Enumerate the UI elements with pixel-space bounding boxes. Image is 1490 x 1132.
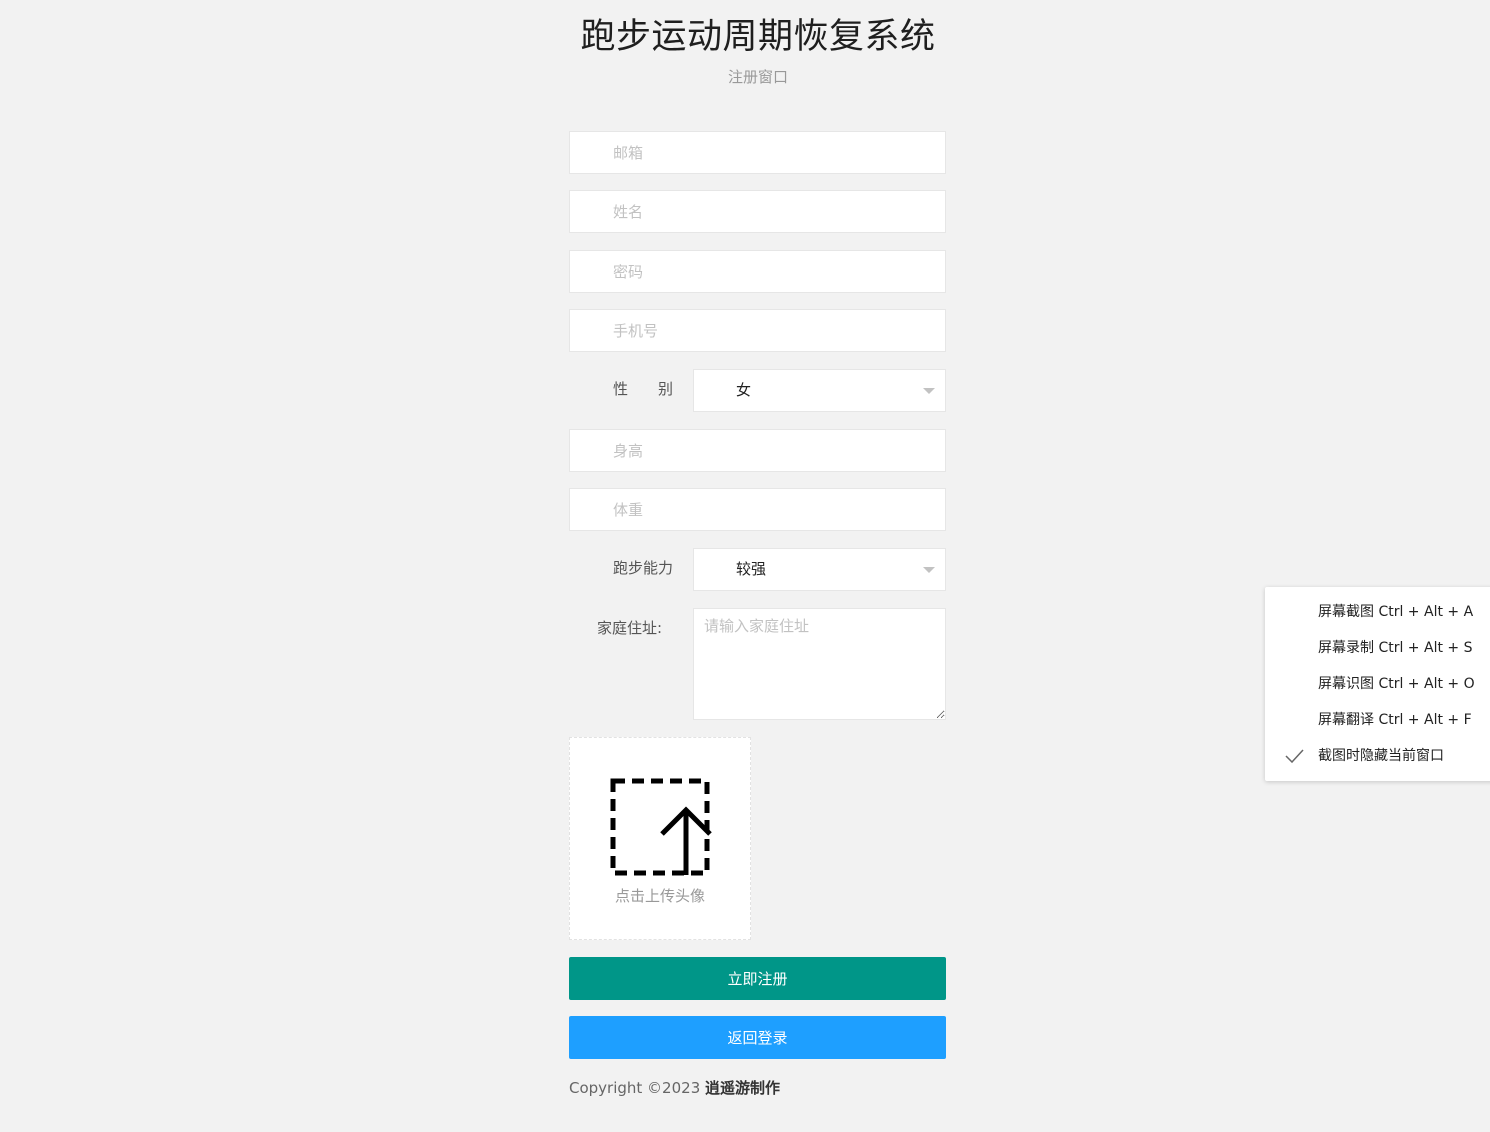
avatar-upload-label: 点击上传头像 (614, 887, 705, 905)
menu-item-label: 屏幕截图 Ctrl + Alt + A (1318, 604, 1474, 620)
page-subtitle: 注册窗口 (727, 68, 788, 86)
email-input[interactable] (569, 131, 946, 174)
running-ability-select[interactable]: 较强 (693, 548, 946, 591)
gender-label: 性 别 (613, 380, 674, 398)
screenshot-context-menu: 屏幕截图 Ctrl + Alt + A 屏幕录制 Ctrl + Alt + S … (1265, 587, 1490, 781)
chevron-down-icon (923, 567, 935, 573)
menu-item-screen-ocr[interactable]: 屏幕识图 Ctrl + Alt + O (1265, 666, 1490, 702)
weight-input[interactable] (569, 488, 946, 531)
menu-item-label: 屏幕识图 Ctrl + Alt + O (1318, 676, 1475, 692)
menu-item-screen-translate[interactable]: 屏幕翻译 Ctrl + Alt + F (1265, 702, 1490, 738)
name-input[interactable] (569, 190, 946, 233)
address-textarea[interactable] (693, 608, 946, 720)
address-label: 家庭住址: (597, 619, 663, 637)
upload-icon (610, 778, 712, 876)
gender-selected-value: 女 (736, 381, 752, 399)
running-ability-label: 跑步能力 (613, 559, 674, 577)
phone-input[interactable] (569, 309, 946, 352)
avatar-upload[interactable]: 点击上传头像 (569, 737, 751, 940)
running-ability-selected-value: 较强 (736, 560, 767, 578)
page-title: 跑步运动周期恢复系统 (580, 17, 936, 57)
menu-item-screenshot[interactable]: 屏幕截图 Ctrl + Alt + A (1265, 594, 1490, 630)
copyright-author: 逍遥游制作 (705, 1079, 781, 1097)
copyright: Copyright ©2023 逍遥游制作 (569, 1077, 780, 1098)
height-input[interactable] (569, 429, 946, 472)
back-to-login-button[interactable]: 返回登录 (569, 1016, 946, 1059)
chevron-down-icon (923, 388, 935, 394)
password-input[interactable] (569, 250, 946, 293)
check-icon (1285, 749, 1304, 764)
menu-item-label: 屏幕翻译 Ctrl + Alt + F (1318, 712, 1472, 728)
menu-item-label: 截图时隐藏当前窗口 (1318, 748, 1444, 764)
gender-select[interactable]: 女 (693, 369, 946, 412)
register-button[interactable]: 立即注册 (569, 957, 946, 1000)
copyright-text: Copyright ©2023 (569, 1079, 706, 1097)
menu-item-hide-window[interactable]: 截图时隐藏当前窗口 (1265, 738, 1490, 774)
menu-item-screen-record[interactable]: 屏幕录制 Ctrl + Alt + S (1265, 630, 1490, 666)
menu-item-label: 屏幕录制 Ctrl + Alt + S (1318, 640, 1473, 656)
